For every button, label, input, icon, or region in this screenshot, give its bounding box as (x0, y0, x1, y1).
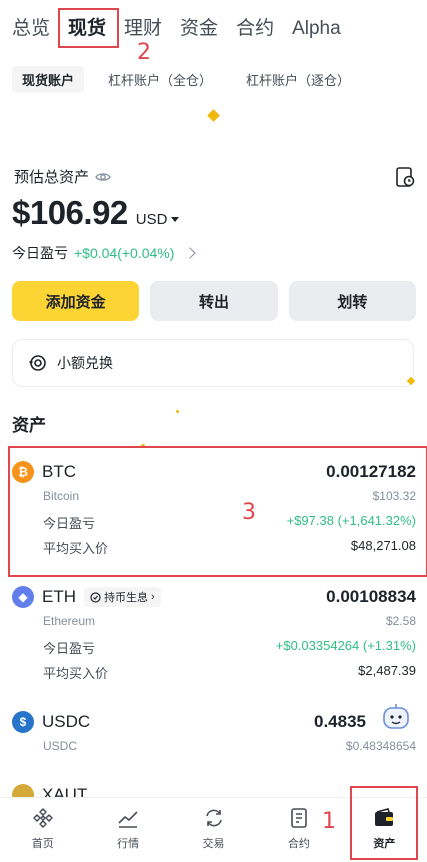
nav-markets-label: 行情 (117, 838, 140, 850)
est-label-text: 预估总资产 (14, 169, 90, 186)
annotation-box-3 (8, 446, 427, 577)
binance-home-icon (32, 808, 53, 828)
nav-futures-label: 合约 (287, 838, 310, 850)
annotation-box-1 (350, 786, 418, 860)
coin-usd-value: $0.48348654 (345, 739, 416, 753)
coin-usd-value: $2.58 (385, 614, 416, 628)
annotation-number-1: 1 (322, 809, 336, 834)
sub-tabs: 现货账户 杠杆账户（全仓） 杠杆账户（逐仓） (12, 66, 360, 93)
sub-tab-isolated-margin[interactable]: 杠杆账户（逐仓） (236, 66, 360, 93)
nav-markets[interactable]: 行情 (85, 798, 170, 862)
earn-tag[interactable]: 持币生息 › (84, 587, 161, 607)
nav-trade-label: 交易 (202, 838, 225, 850)
coin-quantity: 0.4835 (314, 712, 366, 731)
annotation-box-2 (58, 8, 119, 48)
avg-price-value: $2,487.39 (358, 663, 416, 678)
ai-assistant-icon[interactable] (380, 701, 412, 733)
earn-icon (90, 591, 101, 603)
usdc-icon: $ (12, 711, 34, 733)
xaut-icon (12, 784, 34, 798)
ethereum-icon: ◆ (12, 586, 34, 608)
avg-price-label: 平均买入价 (43, 666, 109, 681)
balance: $106.92 USD (12, 194, 180, 232)
asset-row-usdc[interactable]: $ USDC 0.4835 USDC $0.48348654 (12, 710, 416, 753)
nav-trade[interactable]: 交易 (171, 798, 256, 862)
coin-symbol: ETH (42, 587, 76, 606)
eye-icon[interactable] (95, 169, 111, 185)
pnl-value: +$0.03354264 (+1.31%) (275, 638, 416, 653)
withdraw-button[interactable]: 转出 (150, 281, 278, 321)
futures-doc-icon (291, 808, 307, 828)
small-swap-card[interactable]: 小额兑换 (12, 339, 414, 387)
currency-label: USD (135, 211, 168, 228)
small-swap-label: 小额兑换 (57, 355, 113, 371)
chevron-right-icon: › (151, 591, 155, 603)
pnl-value: +$0.04(+0.04%) (74, 245, 175, 261)
action-buttons: 添加资金 转出 划转 (12, 281, 416, 321)
history-record-icon[interactable] (394, 166, 416, 188)
trade-swap-icon (205, 809, 222, 827)
market-chart-icon (118, 811, 138, 828)
earn-tag-label: 持币生息 (104, 592, 148, 604)
sub-tab-spot-account[interactable]: 现货账户 (12, 66, 85, 93)
nav-home-label: 首页 (31, 838, 54, 850)
nav-home[interactable]: 首页 (0, 798, 85, 862)
today-pnl[interactable]: 今日盈亏 +$0.04(+0.04%) (12, 243, 197, 263)
caret-down-icon (171, 217, 180, 222)
chevron-right-icon (184, 247, 197, 259)
sub-tab-cross-margin[interactable]: 杠杆账户（全仓） (98, 66, 222, 93)
estimated-assets-label: 预估总资产 (14, 166, 111, 187)
decorative-dot (176, 410, 179, 413)
tab-funding[interactable]: 资金 (180, 12, 218, 46)
pnl-label: 今日盈亏 (12, 245, 68, 261)
annotation-number-3: 3 (242, 500, 256, 525)
annotation-number-2: 2 (137, 40, 151, 65)
coin-name: Ethereum (43, 614, 96, 628)
currency-selector[interactable]: USD (136, 211, 180, 228)
transfer-button[interactable]: 划转 (288, 281, 416, 321)
coin-quantity: 0.00108834 (326, 587, 416, 606)
tab-futures[interactable]: 合约 (236, 12, 274, 46)
tab-alpha[interactable]: Alpha (292, 12, 341, 46)
assets-section-title: 资产 (12, 416, 46, 435)
asset-row-eth[interactable]: ◆ ETH 持币生息 › 0.00108834 Ethereum $2.58 今… (12, 585, 416, 682)
convert-icon (29, 355, 46, 371)
add-funds-button[interactable]: 添加资金 (12, 281, 140, 321)
coin-name: USDC (43, 739, 78, 753)
decorative-diamond (207, 109, 220, 122)
balance-amount: $106.92 (12, 194, 128, 231)
tab-overview[interactable]: 总览 (12, 12, 50, 46)
coin-symbol: USDC (42, 712, 91, 731)
pnl-label: 今日盈亏 (43, 641, 96, 656)
